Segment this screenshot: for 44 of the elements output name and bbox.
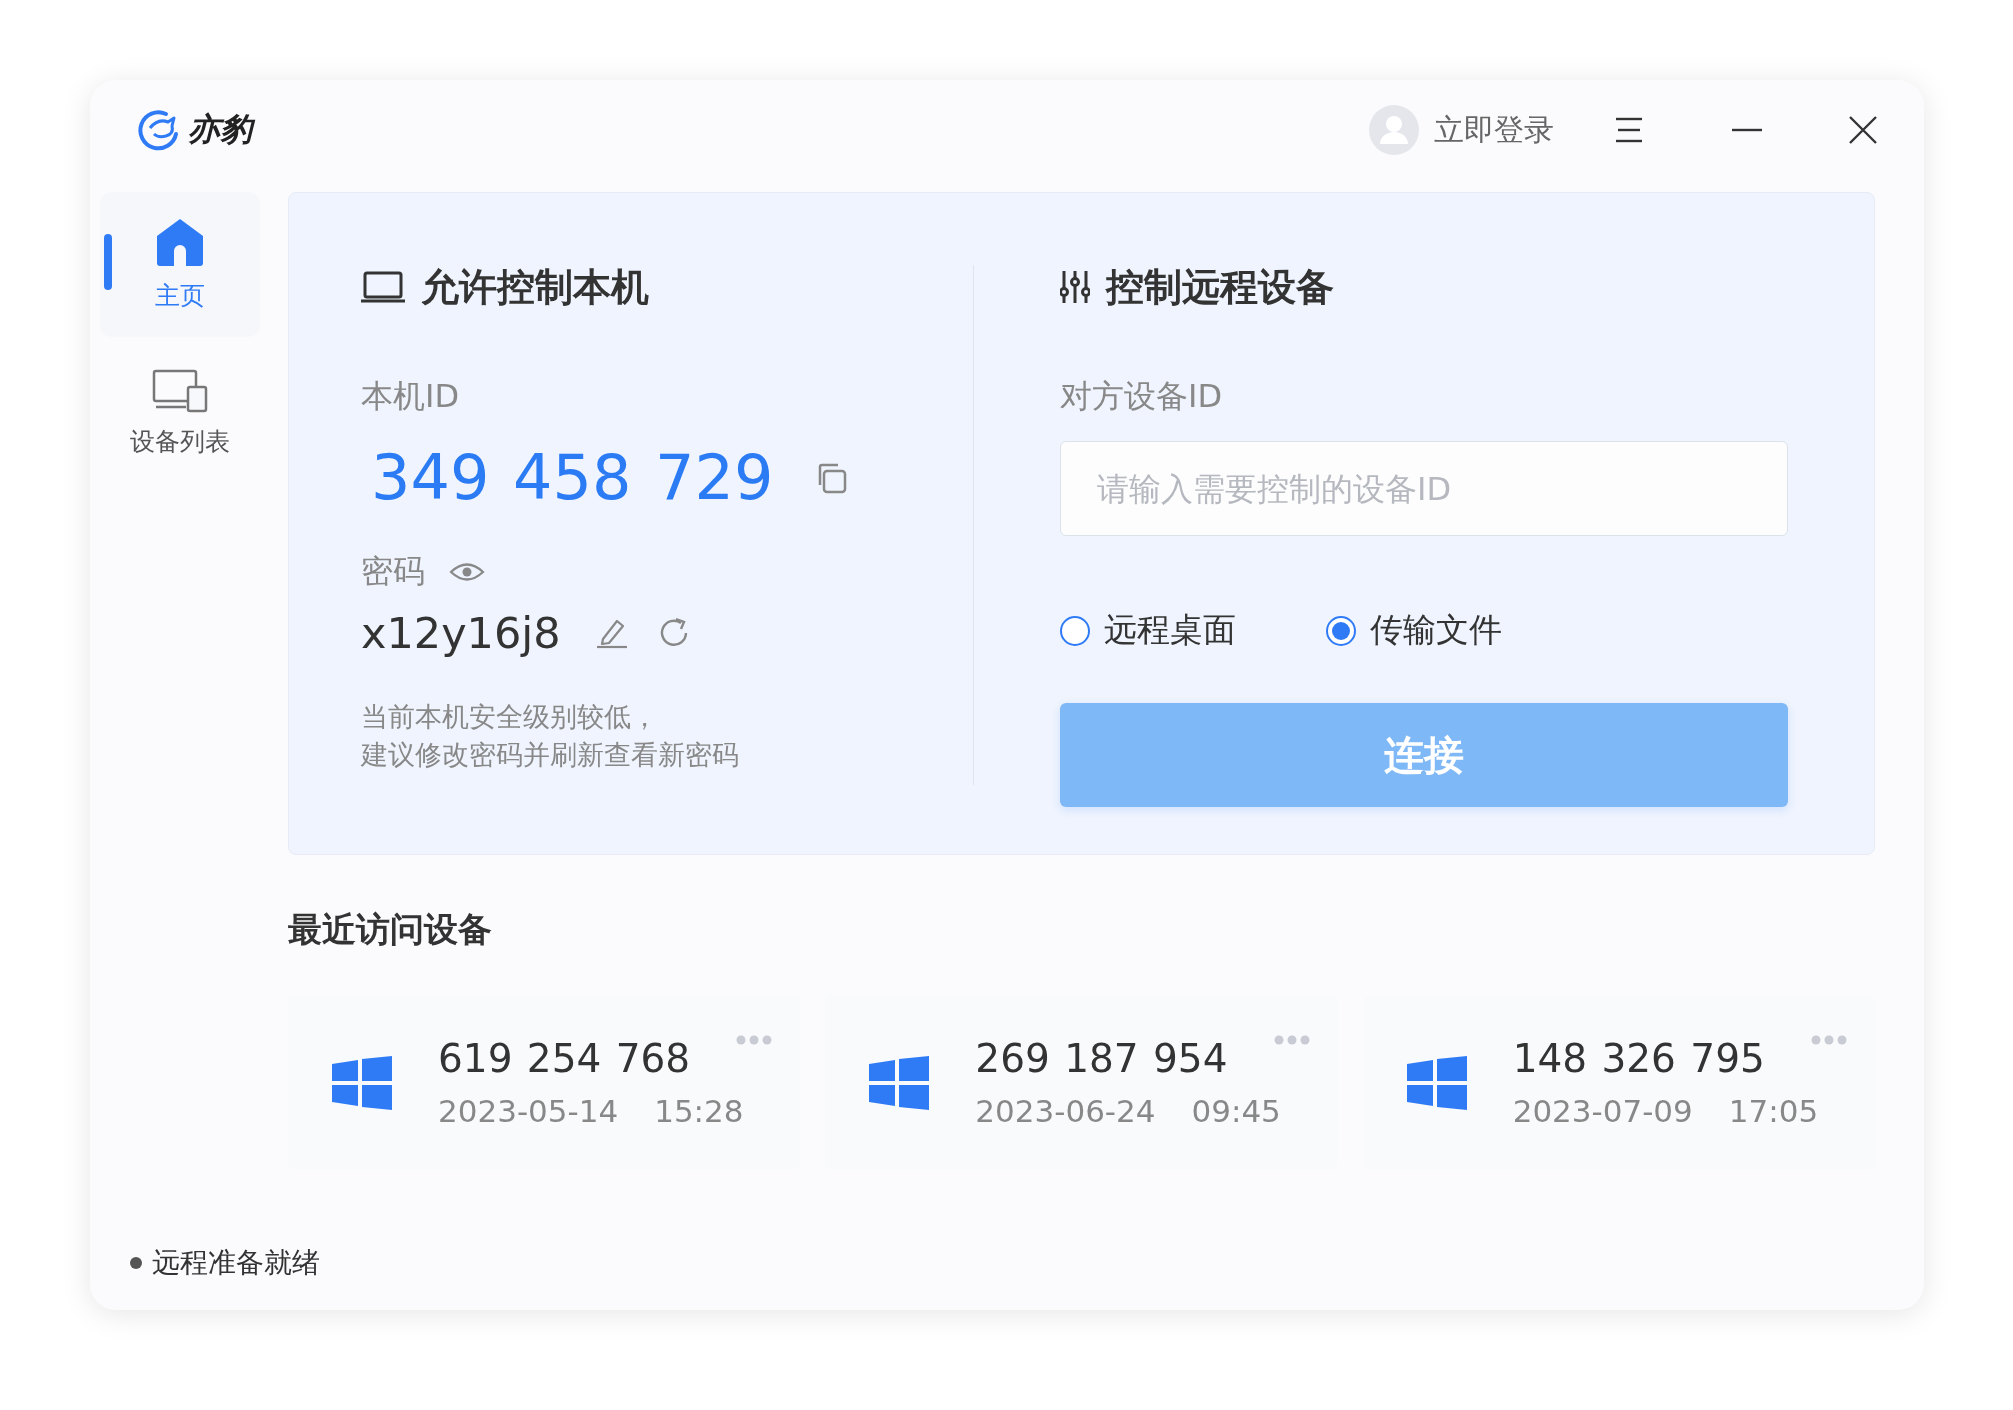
- security-note: 当前本机安全级别较低，: [361, 700, 659, 734]
- password-text: x12y16j8: [361, 608, 561, 658]
- login-button[interactable]: 立即登录: [1368, 104, 1554, 156]
- security-note: 建议修改密码并刷新查看新密码: [361, 738, 740, 772]
- status-text: 远程准备就绪: [152, 1245, 320, 1281]
- pencil-icon[interactable]: [594, 617, 629, 649]
- device-id: 619 254 768: [438, 1036, 691, 1081]
- sidebar-item[interactable]: 主页: [100, 192, 260, 337]
- windows-logo-icon: [1406, 1055, 1467, 1110]
- active-indicator: [104, 234, 112, 290]
- visit-date: 2023-07-09: [1512, 1093, 1693, 1129]
- visit-date: 2023-05-14: [438, 1093, 619, 1129]
- device-id: 269 187 954: [975, 1036, 1228, 1081]
- home-icon: [155, 217, 205, 267]
- field-label: 密码: [361, 551, 425, 592]
- visit-time: 15:28: [654, 1093, 744, 1129]
- device-id: 148 326 795: [1512, 1036, 1765, 1081]
- avatar-icon: [1368, 104, 1420, 156]
- devices-icon: [152, 369, 208, 413]
- visit-time: 09:45: [1191, 1093, 1281, 1129]
- radio-button[interactable]: [1060, 615, 1090, 646]
- close-icon[interactable]: [1848, 115, 1878, 145]
- visit-time: 17:05: [1728, 1093, 1819, 1129]
- radio-button[interactable]: [1326, 615, 1356, 646]
- status-dot-icon: [130, 1257, 142, 1269]
- minimize-icon[interactable]: [1732, 128, 1762, 132]
- sidebar-item[interactable]: 设备列表: [100, 341, 260, 486]
- windows-logo-icon: [869, 1055, 930, 1110]
- mode-radio[interactable]: 远程桌面: [1060, 608, 1236, 653]
- sliders-icon: [1060, 270, 1090, 304]
- mode-radio[interactable]: 传输文件: [1326, 608, 1502, 653]
- visit-date: 2023-06-24: [975, 1093, 1156, 1129]
- section-title: 允许控制本机: [421, 263, 649, 311]
- field-label: 本机ID: [361, 376, 461, 417]
- device-id: 349 458 729: [371, 441, 774, 514]
- field-label: 对方设备ID: [1060, 376, 1224, 417]
- eye-icon[interactable]: [449, 561, 485, 583]
- device-id-field[interactable]: 请输入需要控制的设备ID: [1060, 441, 1788, 536]
- menu-icon[interactable]: [1614, 117, 1644, 143]
- section-title: 控制远程设备: [1106, 263, 1334, 311]
- leopard-logo-icon: [136, 108, 180, 152]
- windows-logo-icon: [332, 1055, 392, 1110]
- section-title: 最近访问设备: [288, 908, 493, 951]
- laptop-icon: [361, 271, 405, 303]
